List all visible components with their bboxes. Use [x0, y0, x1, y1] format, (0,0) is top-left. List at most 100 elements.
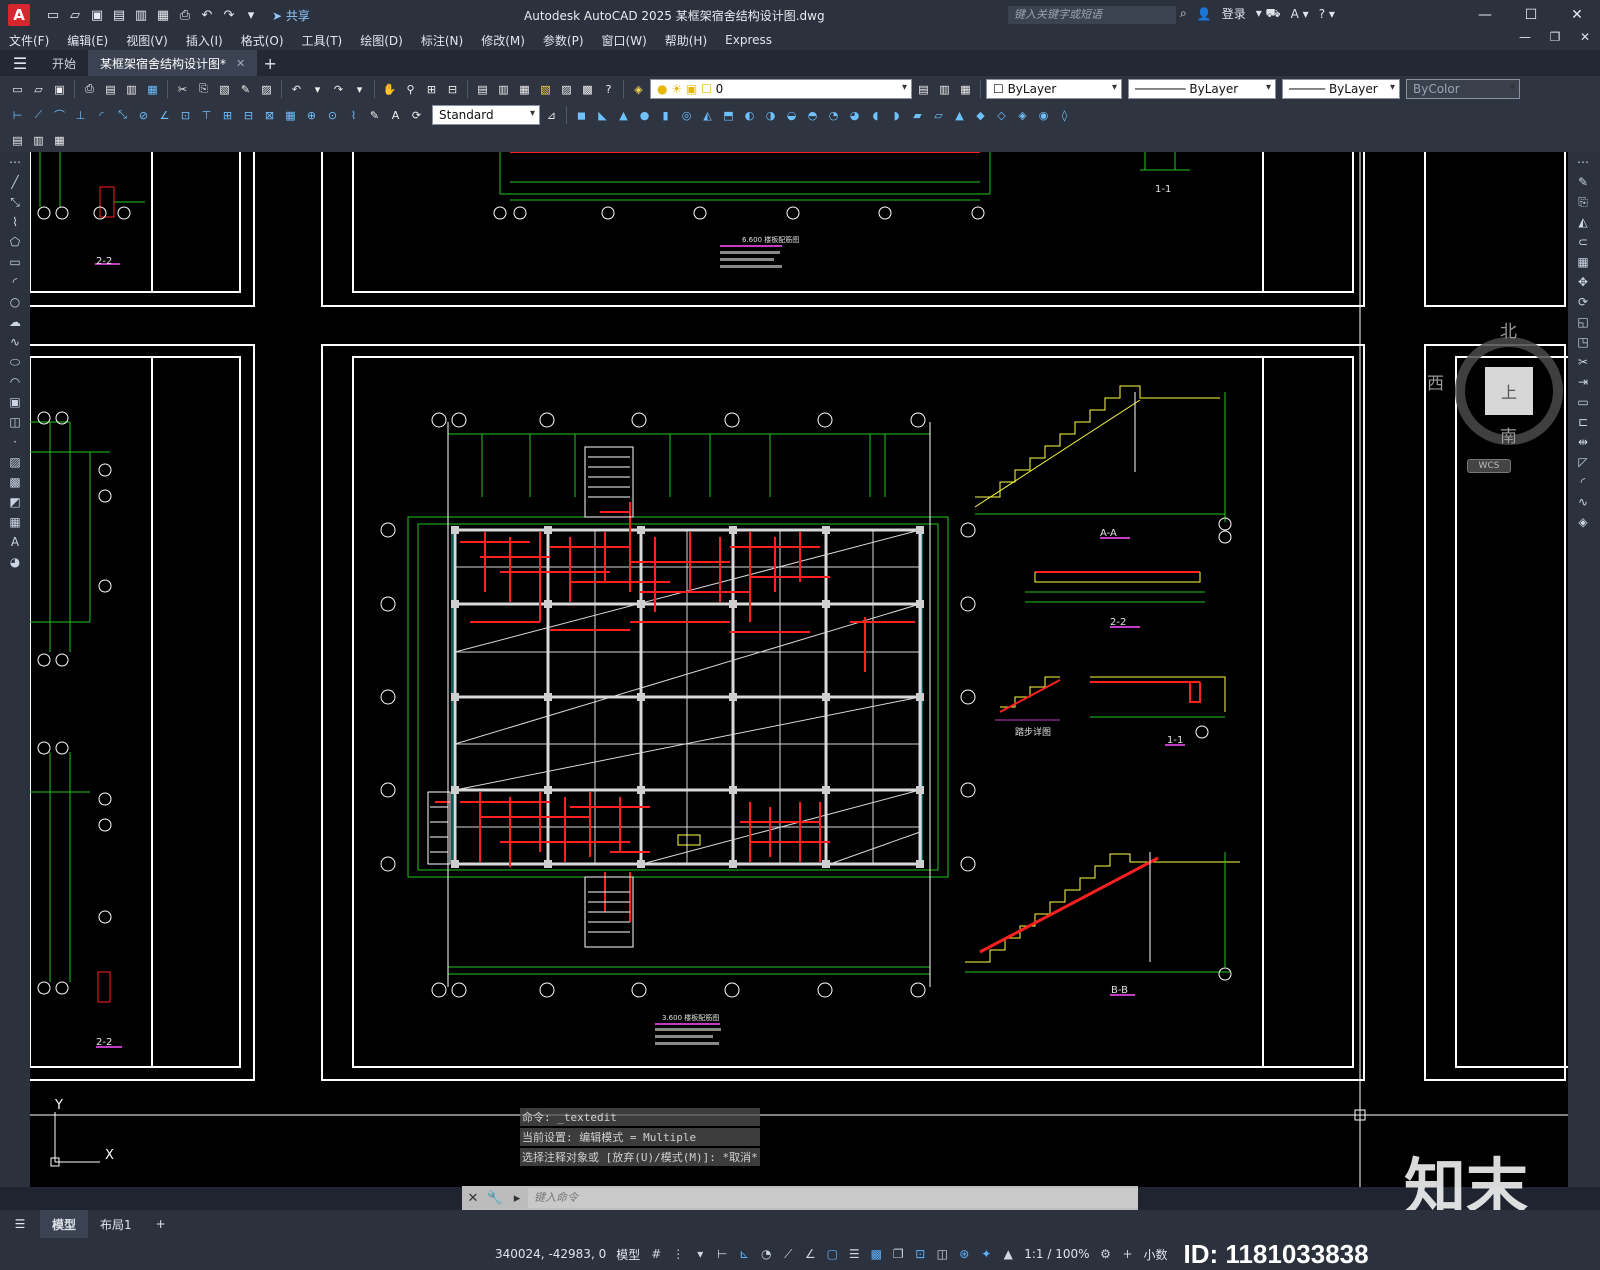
- angular-dim-icon[interactable]: ∠: [155, 106, 174, 125]
- publish-icon[interactable]: ▥: [122, 80, 141, 99]
- tab-model[interactable]: 模型: [40, 1210, 89, 1238]
- separate-icon[interactable]: ◇: [992, 106, 1011, 125]
- menu-file[interactable]: 文件(F): [0, 32, 58, 49]
- layer-isolate-icon[interactable]: ▦: [50, 131, 69, 150]
- check-icon[interactable]: ◉: [1034, 106, 1053, 125]
- fillet-icon[interactable]: ◜: [1568, 472, 1598, 492]
- annotation-visibility-icon[interactable]: ✦: [977, 1245, 995, 1263]
- grid-icon[interactable]: #: [647, 1245, 665, 1263]
- slice-icon[interactable]: ◖: [866, 106, 885, 125]
- tool-palettes-icon[interactable]: ▦: [515, 80, 534, 99]
- plot-icon[interactable]: ⎙: [176, 6, 194, 24]
- region-icon[interactable]: ◩: [0, 492, 30, 512]
- new-tab-icon[interactable]: +: [257, 54, 283, 73]
- save-web-icon[interactable]: ▦: [154, 6, 172, 24]
- new-icon[interactable]: ▭: [8, 80, 27, 99]
- transparency-icon[interactable]: ▩: [867, 1245, 885, 1263]
- cut-icon[interactable]: ✂: [173, 80, 192, 99]
- object-snap-tracking-icon[interactable]: ∠: [801, 1245, 819, 1263]
- thicken-icon[interactable]: ◗: [887, 106, 906, 125]
- command-close-icon[interactable]: ✕: [462, 1191, 484, 1206]
- revolve-icon[interactable]: ◐: [740, 106, 759, 125]
- copy-icon[interactable]: ⎘: [194, 80, 213, 99]
- rectangle-icon[interactable]: ▭: [0, 252, 30, 272]
- open-file-icon[interactable]: ▱: [66, 6, 84, 24]
- quick-dim-icon[interactable]: ⊡: [176, 106, 195, 125]
- arc-icon[interactable]: ◜: [0, 272, 30, 292]
- mirror-icon[interactable]: ◭: [1568, 212, 1598, 232]
- dynamic-input-icon[interactable]: ⊢: [713, 1245, 731, 1263]
- coordinates-readout[interactable]: 340024, -42983, 0: [492, 1247, 609, 1261]
- tab-layout1[interactable]: 布局1: [88, 1210, 144, 1238]
- customize-qat-icon[interactable]: ▾: [242, 6, 260, 24]
- zoom-window-icon[interactable]: ⊞: [422, 80, 441, 99]
- dim-text-edit-icon[interactable]: A: [386, 106, 405, 125]
- search-icon[interactable]: ⌕: [1180, 6, 1187, 21]
- radius-dim-icon[interactable]: ◜: [92, 106, 111, 125]
- ellipse-icon[interactable]: ⬭: [0, 352, 30, 372]
- layer-dropdown[interactable]: ● ☀ ▣ ☐ 0 ▾: [650, 79, 912, 99]
- help-icon[interactable]: ?: [599, 80, 618, 99]
- pyramid-icon[interactable]: ◭: [698, 106, 717, 125]
- drawing-canvas[interactable]: 6.600 楼板配筋图 2-2 1-1 3.600 楼板配筋图 A-A 2-2 …: [30, 152, 1568, 1187]
- lineweight-icon[interactable]: ☰: [845, 1245, 863, 1263]
- viewcube-top-face[interactable]: 上: [1485, 367, 1533, 415]
- scale-icon[interactable]: ◱: [1568, 312, 1598, 332]
- baseline-dim-icon[interactable]: ⊤: [197, 106, 216, 125]
- copy-icon[interactable]: ⎘: [1568, 192, 1598, 212]
- doc-minimize-icon[interactable]: —: [1510, 30, 1540, 44]
- continue-dim-icon[interactable]: ⊞: [218, 106, 237, 125]
- construction-line-icon[interactable]: ⤡: [0, 192, 30, 212]
- dim-update-icon[interactable]: ⟳: [407, 106, 426, 125]
- hatch-icon[interactable]: ▨: [0, 452, 30, 472]
- section-plane-icon[interactable]: ▰: [908, 106, 927, 125]
- cone-icon[interactable]: ▲: [614, 106, 633, 125]
- diameter-dim-icon[interactable]: ⊘: [134, 106, 153, 125]
- erase-icon[interactable]: ✎: [1568, 172, 1598, 192]
- model-space-button[interactable]: 模型: [613, 1246, 643, 1263]
- inspect-icon[interactable]: ⊙: [323, 106, 342, 125]
- sheet-set-icon[interactable]: ▧: [536, 80, 555, 99]
- menu-hamburger-icon[interactable]: ☰: [0, 54, 40, 73]
- doc-restore-icon[interactable]: ❐: [1540, 30, 1570, 44]
- tab-start[interactable]: 开始: [40, 50, 88, 76]
- polar-icon[interactable]: ◔: [757, 1245, 775, 1263]
- doc-close-icon[interactable]: ✕: [1570, 30, 1600, 44]
- workspace-gear-icon[interactable]: ⚙: [1097, 1245, 1115, 1263]
- command-customize-icon[interactable]: 🔧: [484, 1191, 506, 1206]
- tolerance-icon[interactable]: ▦: [281, 106, 300, 125]
- cylinder-icon[interactable]: ▮: [656, 106, 675, 125]
- selection-filter-icon[interactable]: ⊛: [955, 1245, 973, 1263]
- compass-north[interactable]: 北: [1500, 317, 1517, 342]
- auto-scale-icon[interactable]: ▲: [999, 1245, 1017, 1263]
- preview-icon[interactable]: ▤: [101, 80, 120, 99]
- color-dropdown[interactable]: ☐ ByLayer ▾: [986, 79, 1122, 99]
- trim-icon[interactable]: ✂: [1568, 352, 1598, 372]
- menu-parametric[interactable]: 参数(P): [534, 32, 593, 49]
- loft-icon[interactable]: ◒: [782, 106, 801, 125]
- add-layout-icon[interactable]: +: [144, 1210, 178, 1238]
- intersect-icon[interactable]: ◕: [845, 106, 864, 125]
- zoom-realtime-icon[interactable]: ⚲: [401, 80, 420, 99]
- chamfer-icon[interactable]: ◸: [1568, 452, 1598, 472]
- interfere-icon[interactable]: ▱: [929, 106, 948, 125]
- revision-cloud-icon[interactable]: ☁: [0, 312, 30, 332]
- menu-insert[interactable]: 插入(I): [177, 32, 232, 49]
- tab-document[interactable]: 某框架宿舍结构设计图* ✕: [88, 50, 258, 76]
- minimize-icon[interactable]: —: [1462, 0, 1508, 30]
- viewcube[interactable]: 上 北 南 西 东 WCS: [1427, 317, 1568, 482]
- units-readout[interactable]: 小数: [1141, 1246, 1171, 1263]
- pan-icon[interactable]: ✋: [380, 80, 399, 99]
- dim-space-icon[interactable]: ⊟: [239, 106, 258, 125]
- export-icon[interactable]: ▦: [143, 80, 162, 99]
- undo-icon[interactable]: ↶: [287, 80, 306, 99]
- menu-format[interactable]: 格式(O): [232, 32, 293, 49]
- torus-icon[interactable]: ◎: [677, 106, 696, 125]
- command-prompt-icon[interactable]: ▸: [506, 1191, 528, 1206]
- zoom-previous-icon[interactable]: ⊟: [443, 80, 462, 99]
- close-icon[interactable]: ✕: [1554, 0, 1600, 30]
- table-icon[interactable]: ▦: [0, 512, 30, 532]
- join-icon[interactable]: ⇹: [1568, 432, 1598, 452]
- login-button[interactable]: 登录: [1222, 5, 1246, 22]
- box-icon[interactable]: ◼: [572, 106, 591, 125]
